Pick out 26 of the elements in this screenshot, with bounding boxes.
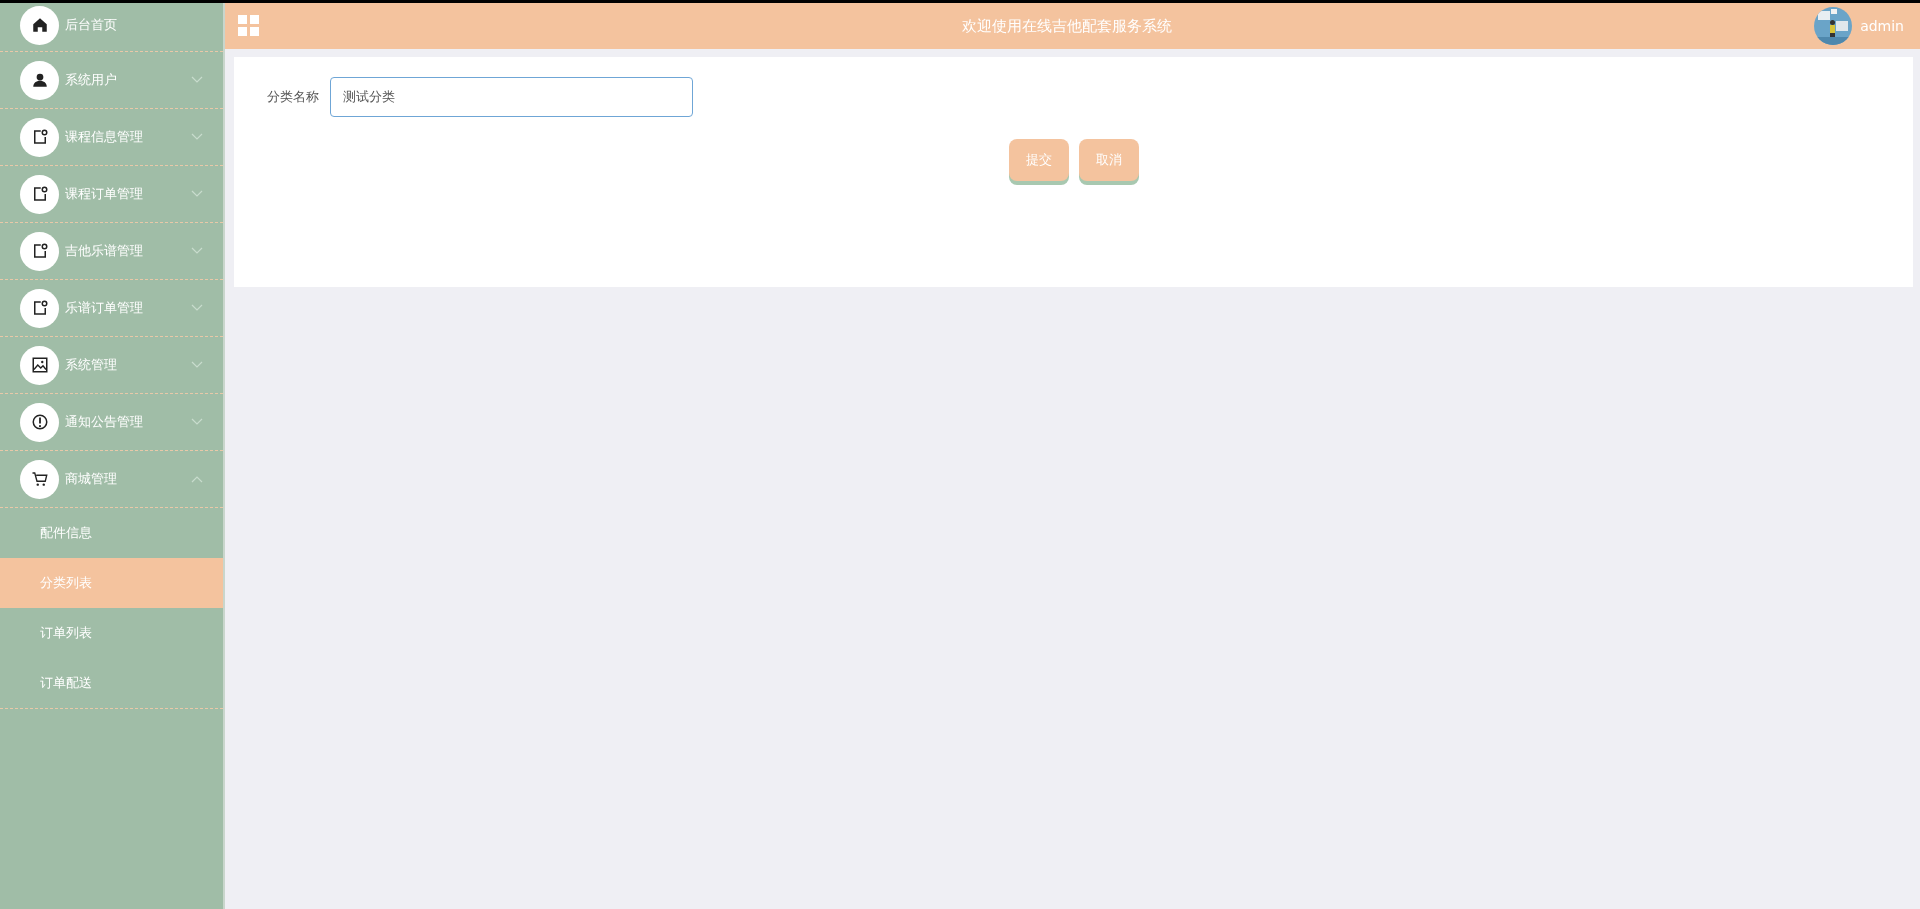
sidebar-item[interactable]: 商城管理 [0, 451, 223, 508]
sidebar-item[interactable]: 系统用户 [0, 52, 223, 109]
sidebar-item[interactable]: 系统管理 [0, 337, 223, 394]
sidebar-item[interactable]: 乐谱订单管理 [0, 280, 223, 337]
note-icon [20, 174, 59, 214]
note-icon [20, 117, 59, 157]
alert-icon [20, 402, 59, 442]
user-icon [20, 60, 59, 100]
sidebar-item[interactable]: 后台首页 [0, 0, 223, 52]
sidebar-item[interactable]: 课程信息管理 [0, 109, 223, 166]
user-name[interactable]: admin [1860, 18, 1904, 34]
submenu-item[interactable]: 订单配送 [0, 658, 223, 708]
submenu-item[interactable]: 配件信息 [0, 508, 223, 558]
sidebar-item[interactable]: 通知公告管理 [0, 394, 223, 451]
sidebar-item[interactable]: 吉他乐谱管理 [0, 223, 223, 280]
header-title: 欢迎使用在线吉他配套服务系统 [961, 16, 1174, 36]
cart-icon [20, 459, 59, 499]
sidebar-item[interactable]: 课程订单管理 [0, 166, 223, 223]
submenu-item[interactable]: 订单列表 [0, 608, 223, 658]
input-field[interactable]: 测试分类 [330, 77, 693, 117]
field-label: 分类名称 [267, 88, 319, 106]
home-icon [20, 5, 59, 45]
note-icon [20, 288, 59, 328]
image-icon [20, 345, 59, 385]
note-icon [20, 231, 59, 271]
submenu-item[interactable]: 分类列表 [0, 558, 223, 608]
